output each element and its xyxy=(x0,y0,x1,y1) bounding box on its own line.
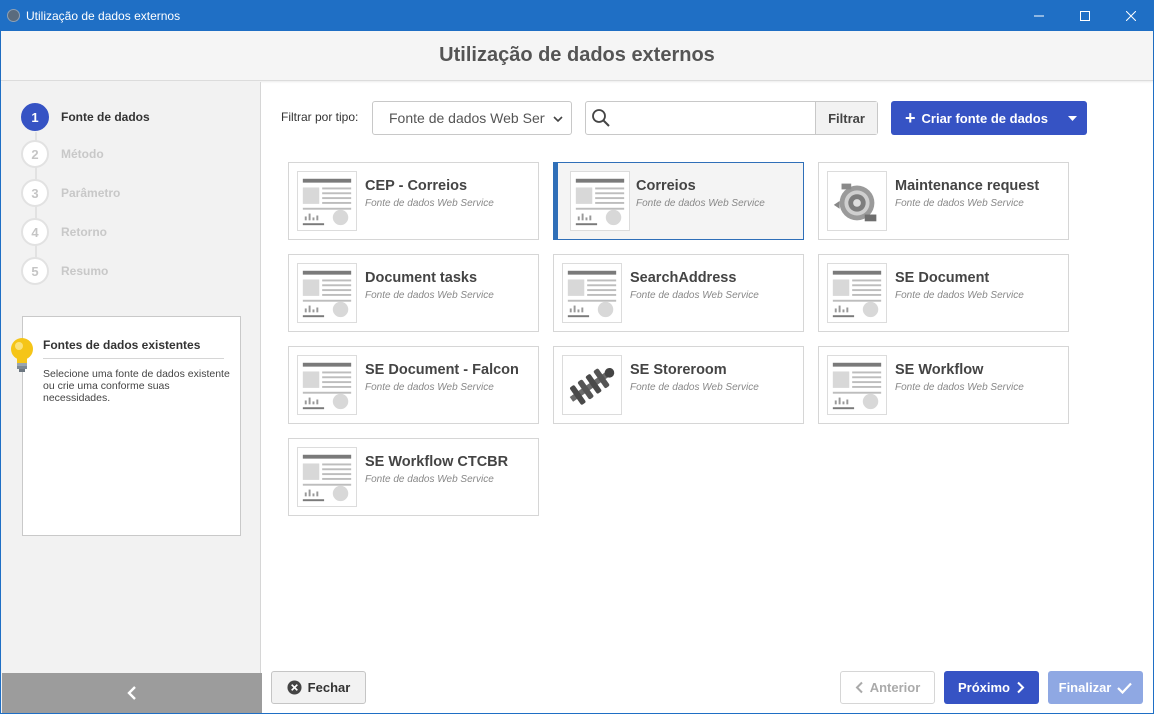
datasource-type: Fonte de dados Web Service xyxy=(365,290,494,301)
datasource-card[interactable]: Correios Fonte de dados Web Service xyxy=(553,162,804,240)
page-header: Utilização de dados externos xyxy=(1,31,1153,81)
finish-button[interactable]: Finalizar xyxy=(1048,671,1143,704)
tip-text: Selecione uma fonte de dados existente o… xyxy=(43,368,230,404)
close-icon xyxy=(1126,10,1136,21)
filter-type-label: Filtrar por tipo: xyxy=(281,110,359,124)
datasource-name: SE Workflow xyxy=(895,362,984,378)
create-datasource-button[interactable]: + Criar fonte de dados xyxy=(891,101,1087,135)
datasource-card[interactable]: SE Document - Falcon Fonte de dados Web S… xyxy=(288,346,539,424)
datasource-type: Fonte de dados Web Service xyxy=(895,198,1024,209)
datasource-card[interactable]: SE Storeroom Fonte de dados Web Service xyxy=(553,346,804,424)
tip-title: Fontes de dados existentes xyxy=(43,338,224,359)
datasource-name: SE Document - Falcon xyxy=(365,362,519,378)
datasource-type: Fonte de dados Web Service xyxy=(895,382,1024,393)
step-label: Retorno xyxy=(61,225,107,239)
check-icon xyxy=(1117,682,1133,694)
close-dialog-button[interactable]: Fechar xyxy=(271,671,366,704)
datasource-type: Fonte de dados Web Service xyxy=(895,290,1024,301)
datasource-type: Fonte de dados Web Service xyxy=(365,198,494,209)
document-placeholder-icon xyxy=(297,355,357,415)
step-number: 2 xyxy=(21,140,49,168)
document-placeholder-icon xyxy=(562,263,622,323)
chevron-down-icon xyxy=(553,116,563,123)
step-fonte-de-dados[interactable]: 1 Fonte de dados xyxy=(21,102,150,132)
step-metodo[interactable]: 2 Método xyxy=(21,139,104,169)
search-icon xyxy=(586,102,616,134)
datasource-name: Maintenance request xyxy=(895,178,1040,194)
type-select[interactable]: Fonte de dados Web Service xyxy=(372,101,572,135)
window-titlebar: Utilização de dados externos xyxy=(0,0,1154,31)
datasource-card[interactable]: SE Workflow Fonte de dados Web Service xyxy=(818,346,1069,424)
close-circle-icon xyxy=(287,680,302,695)
finish-label: Finalizar xyxy=(1058,680,1112,695)
document-placeholder-icon xyxy=(297,171,357,231)
step-number: 5 xyxy=(21,257,49,285)
datasource-type: Fonte de dados Web Service xyxy=(636,198,765,209)
search-box: Filtrar xyxy=(585,101,878,135)
step-number: 1 xyxy=(21,103,49,131)
minimize-icon xyxy=(1034,15,1044,16)
chevron-left-icon xyxy=(855,681,863,694)
previous-label: Anterior xyxy=(869,680,921,695)
next-label: Próximo xyxy=(957,680,1010,695)
datasource-name: SearchAddress xyxy=(630,270,737,286)
datasource-type: Fonte de dados Web Service xyxy=(365,382,494,393)
step-label: Resumo xyxy=(61,264,109,278)
caret-down-icon xyxy=(1068,116,1077,121)
step-number: 3 xyxy=(21,179,49,207)
alternator-image xyxy=(827,171,887,231)
maximize-icon xyxy=(1080,10,1090,21)
previous-button[interactable]: Anterior xyxy=(840,671,935,704)
datasource-name: SE Workflow CTCBR xyxy=(365,454,509,470)
datasource-name: Document tasks xyxy=(365,270,478,286)
datasource-name: CEP - Correios xyxy=(365,178,468,194)
plus-icon: + xyxy=(905,108,916,128)
close-button[interactable] xyxy=(1108,0,1154,31)
step-resumo[interactable]: 5 Resumo xyxy=(21,256,108,286)
window-title: Utilização de dados externos xyxy=(26,8,181,23)
chevron-left-icon xyxy=(127,686,136,700)
tip-box: Fontes de dados existentes Selecione uma… xyxy=(22,316,241,536)
datasource-type: Fonte de dados Web Service xyxy=(630,382,759,393)
datasource-card[interactable]: SE Document Fonte de dados Web Service xyxy=(818,254,1069,332)
datasource-card[interactable]: Document tasks Fonte de dados Web Service xyxy=(288,254,539,332)
wizard-sidebar: 1 Fonte de dados 2 Método 3 Parâmetro 4 … xyxy=(1,82,262,713)
filter-button[interactable]: Filtrar xyxy=(815,102,877,134)
datasource-name: SE Storeroom xyxy=(630,362,727,378)
datasource-card[interactable]: SearchAddress Fonte de dados Web Service xyxy=(553,254,804,332)
datasource-type: Fonte de dados Web Service xyxy=(365,474,494,485)
step-retorno[interactable]: 4 Retorno xyxy=(21,217,107,247)
document-placeholder-icon xyxy=(827,263,887,323)
maximize-button[interactable] xyxy=(1062,0,1108,31)
lightbulb-icon xyxy=(11,338,33,372)
datasource-card[interactable]: Maintenance request Fonte de dados Web Se… xyxy=(818,162,1069,240)
step-label: Parâmetro xyxy=(61,186,121,200)
next-button[interactable]: Próximo xyxy=(944,671,1039,704)
datasource-name: Correios xyxy=(636,178,696,194)
app-icon xyxy=(7,9,20,22)
chevron-right-icon xyxy=(1017,681,1025,694)
collapse-sidebar-button[interactable] xyxy=(2,673,262,713)
type-select-value: Fonte de dados Web Service xyxy=(389,110,545,126)
step-label: Fonte de dados xyxy=(61,110,150,124)
datasource-type: Fonte de dados Web Service xyxy=(630,290,759,301)
datasource-card[interactable]: SE Workflow CTCBR Fonte de dados Web Serv… xyxy=(288,438,539,516)
document-placeholder-icon xyxy=(297,263,357,323)
datasource-card[interactable]: CEP - Correios Fonte de dados Web Service xyxy=(288,162,539,240)
window-controls xyxy=(1016,0,1154,31)
page-title: Utilização de dados externos xyxy=(439,44,715,66)
search-input[interactable] xyxy=(616,102,815,134)
crankshaft-image xyxy=(562,355,622,415)
create-datasource-label: Criar fonte de dados xyxy=(921,110,1048,126)
step-label: Método xyxy=(61,147,104,161)
minimize-button[interactable] xyxy=(1016,0,1062,31)
step-number: 4 xyxy=(21,218,49,246)
document-placeholder-icon xyxy=(570,171,630,231)
datasource-name: SE Document xyxy=(895,270,990,286)
close-dialog-label: Fechar xyxy=(307,680,351,695)
document-placeholder-icon xyxy=(297,447,357,507)
step-parametro[interactable]: 3 Parâmetro xyxy=(21,178,120,208)
document-placeholder-icon xyxy=(827,355,887,415)
